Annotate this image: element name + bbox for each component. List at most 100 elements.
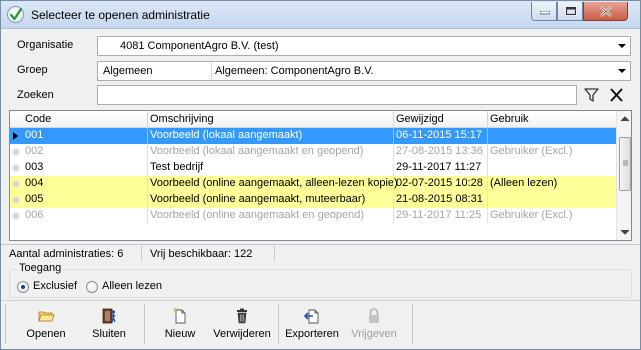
clear-search-icon[interactable] xyxy=(606,85,628,105)
cell-divider xyxy=(487,128,488,144)
groep-divider xyxy=(211,62,212,80)
minimize-button[interactable] xyxy=(531,2,557,21)
cell-gewijzigd: 02-07-2015 10:28 xyxy=(396,177,483,189)
close-window-button[interactable] xyxy=(583,2,628,21)
dialog-window: Selecteer te openen administratie Organi… xyxy=(0,0,641,350)
filter-icon[interactable] xyxy=(581,85,603,105)
groep-name: Algemeen: ComponentAgro B.V. xyxy=(215,65,374,77)
sluiten-button[interactable]: Sluiten xyxy=(79,301,139,346)
column-header-omschrijving[interactable]: Omschrijving xyxy=(150,113,214,125)
exclusief-label[interactable]: Exclusief xyxy=(33,280,77,292)
new-document-icon xyxy=(171,307,189,325)
organisatie-value: 4081 ComponentAgro B.V. (test) xyxy=(120,40,279,52)
vrijgeven-button[interactable]: Vrijgeven xyxy=(343,301,405,346)
alleen-lezen-radio[interactable] xyxy=(86,281,98,293)
cell-code: 001 xyxy=(25,129,44,141)
openen-label: Openen xyxy=(26,328,66,340)
organisatie-dropdown[interactable]: 4081 ComponentAgro B.V. (test) xyxy=(97,36,631,56)
administraties-grid[interactable]: Code Omschrijving Gewijzigd Gebruik 001 … xyxy=(9,110,632,241)
cell-divider xyxy=(487,192,488,208)
cell-divider xyxy=(147,192,148,208)
nieuw-button[interactable]: Nieuw xyxy=(151,301,209,346)
zoeken-label: Zoeken xyxy=(17,89,54,101)
exclusief-radio[interactable] xyxy=(17,281,29,293)
cell-divider xyxy=(147,208,148,224)
toegang-title: Toegang xyxy=(17,262,64,274)
table-row[interactable]: 004 Voorbeeld (online aangemaakt, alleen… xyxy=(10,176,616,192)
chevron-down-icon xyxy=(618,44,626,48)
column-divider xyxy=(487,111,488,128)
vertical-scrollbar[interactable] xyxy=(616,111,631,240)
cell-gewijzigd: 29-11-2017 11:27 xyxy=(396,161,482,173)
alleen-lezen-label[interactable]: Alleen lezen xyxy=(102,280,162,292)
column-divider xyxy=(147,111,148,128)
cell-gebruik: Gebruiker (Excl.) xyxy=(490,145,573,157)
column-header-gebruik[interactable]: Gebruik xyxy=(490,113,529,125)
cell-omschrijving: Voorbeeld (online aangemaakt, muteerbaar… xyxy=(150,193,366,205)
row-indicator-icon xyxy=(13,149,19,155)
nieuw-label: Nieuw xyxy=(164,328,196,340)
cell-divider xyxy=(393,208,394,224)
cell-code: 004 xyxy=(25,177,44,189)
aantal-administraties-text: Aantal administraties: 6 xyxy=(9,248,124,260)
cell-omschrijving: Voorbeeld (lokaal aangemaakt en geopend) xyxy=(150,145,364,157)
verwijderen-button[interactable]: Verwijderen xyxy=(209,301,275,346)
title-bar[interactable]: Selecteer te openen administratie xyxy=(1,1,640,29)
folder-open-icon xyxy=(37,307,55,325)
check-circle-icon xyxy=(7,6,24,23)
vrijgeven-label: Vrijgeven xyxy=(351,328,397,340)
cell-divider xyxy=(147,160,148,176)
groep-dropdown[interactable]: Algemeen Algemeen: ComponentAgro B.V. xyxy=(97,61,631,81)
sluiten-label: Sluiten xyxy=(92,328,126,340)
status-bar: Aantal administraties: 6 Vrij beschikbaa… xyxy=(1,244,640,261)
row-indicator-icon xyxy=(13,213,19,219)
toolbar-separator xyxy=(278,304,279,344)
verwijderen-label: Verwijderen xyxy=(213,328,271,340)
cell-divider xyxy=(147,128,148,144)
cell-divider xyxy=(487,144,488,160)
cell-omschrijving: Test bedrijf xyxy=(150,161,204,173)
trash-icon xyxy=(233,307,251,325)
row-indicator-icon xyxy=(13,181,19,187)
cell-omschrijving: Voorbeeld (online aangemaakt, alleen-lez… xyxy=(150,177,398,189)
cell-divider xyxy=(393,160,394,176)
exporteren-button[interactable]: Exporteren xyxy=(282,301,342,346)
lock-icon xyxy=(365,307,383,325)
cell-omschrijving: Voorbeeld (online aangemaakt en geopend) xyxy=(150,209,365,221)
cell-divider xyxy=(393,144,394,160)
column-header-code[interactable]: Code xyxy=(25,113,51,125)
cell-divider xyxy=(393,176,394,192)
cell-gewijzigd: 29-11-2017 11:25 xyxy=(396,209,482,221)
maximize-button[interactable] xyxy=(557,2,583,21)
row-indicator-icon xyxy=(13,165,19,171)
cell-gewijzigd: 21-08-2015 08:31 xyxy=(396,193,483,205)
scroll-up-icon[interactable] xyxy=(617,111,631,127)
status-divider xyxy=(274,246,275,261)
cell-gebruik: Gebruiker (Excl.) xyxy=(490,209,573,221)
cell-gewijzigd: 06-11-2015 15:17 xyxy=(396,129,483,141)
column-divider xyxy=(393,111,394,128)
row-pointer-icon xyxy=(13,132,18,140)
scroll-down-icon[interactable] xyxy=(617,224,631,240)
grid-header: Code Omschrijving Gewijzigd Gebruik xyxy=(10,111,616,128)
search-input[interactable] xyxy=(97,85,577,105)
groep-label: Groep xyxy=(17,64,48,76)
toolbar: Openen Sluiten Nieuw Verwijderen Exporte… xyxy=(1,300,640,349)
table-row[interactable]: 005 Voorbeeld (online aangemaakt, muteer… xyxy=(10,192,616,208)
table-row[interactable]: 001 Voorbeeld (lokaal aangemaakt) 06-11-… xyxy=(10,128,616,144)
cell-divider xyxy=(487,208,488,224)
scrollbar-thumb[interactable] xyxy=(619,137,631,191)
table-row[interactable]: 002 Voorbeeld (lokaal aangemaakt en geop… xyxy=(10,144,616,160)
cell-divider xyxy=(393,192,394,208)
table-row[interactable]: 003 Test bedrijf 29-11-2017 11:27 xyxy=(10,160,616,176)
cell-code: 006 xyxy=(25,209,44,221)
exit-door-icon xyxy=(100,307,118,325)
toolbar-separator xyxy=(5,304,6,344)
toolbar-separator xyxy=(144,304,145,344)
column-header-gewijzigd[interactable]: Gewijzigd xyxy=(396,113,444,125)
status-divider xyxy=(141,246,142,261)
groep-code: Algemeen xyxy=(103,65,153,77)
openen-button[interactable]: Openen xyxy=(13,301,79,346)
row-indicator-icon xyxy=(13,197,19,203)
table-row[interactable]: 006 Voorbeeld (online aangemaakt en geop… xyxy=(10,208,616,224)
